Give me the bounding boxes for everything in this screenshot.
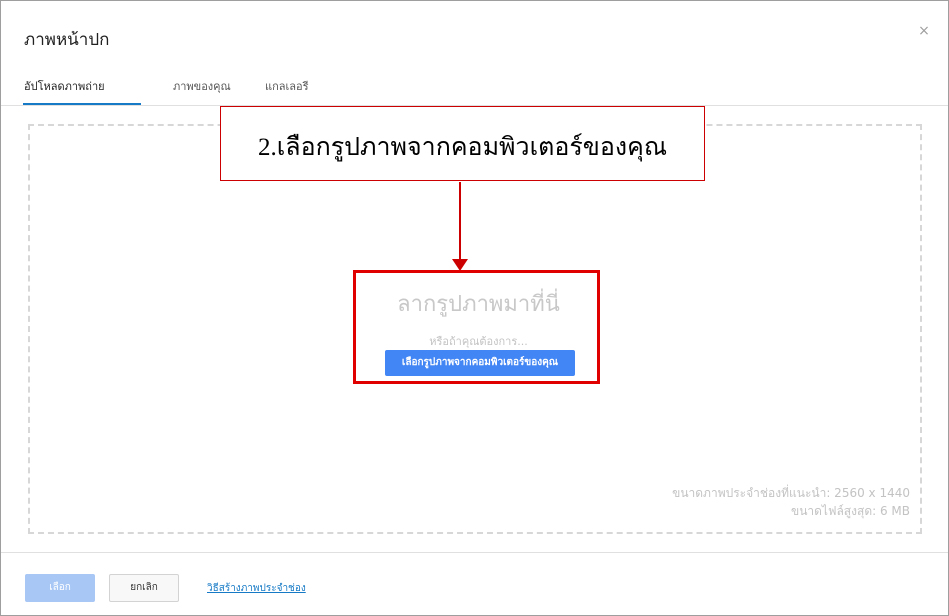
active-tab-indicator bbox=[23, 103, 141, 105]
footer-divider bbox=[1, 552, 948, 553]
annotation-callout: 2.เลือกรูปภาพจากคอมพิวเตอร์ของคุณ bbox=[220, 106, 705, 181]
annotation-text: 2.เลือกรูปภาพจากคอมพิวเตอร์ของคุณ bbox=[257, 134, 668, 161]
cover-image-dialog: ภาพหน้าปก × อัปโหลดภาพถ่าย ภาพของคุณ แกล… bbox=[0, 0, 949, 616]
recommended-size-hint: ขนาดภาพประจำช่องที่แนะนำ: 2560 x 1440 bbox=[672, 486, 910, 500]
cancel-button[interactable]: ยกเลิก bbox=[109, 574, 179, 602]
tab-gallery[interactable]: แกลเลอรี bbox=[265, 77, 309, 95]
close-icon[interactable]: × bbox=[916, 23, 932, 39]
select-button[interactable]: เลือก bbox=[25, 574, 95, 602]
annotation-arrow-line bbox=[459, 182, 461, 260]
tab-your-photos[interactable]: ภาพของคุณ bbox=[173, 77, 231, 95]
help-link[interactable]: วิธีสร้างภาพประจำช่อง bbox=[207, 581, 306, 596]
tab-bar: อัปโหลดภาพถ่าย ภาพของคุณ แกลเลอรี bbox=[1, 65, 948, 106]
tab-upload-photo[interactable]: อัปโหลดภาพถ่าย bbox=[24, 77, 105, 95]
dialog-title: ภาพหน้าปก bbox=[24, 30, 110, 50]
annotation-highlight-box bbox=[353, 270, 600, 384]
max-file-size-hint: ขนาดไฟล์สูงสุด: 6 MB bbox=[790, 504, 910, 518]
